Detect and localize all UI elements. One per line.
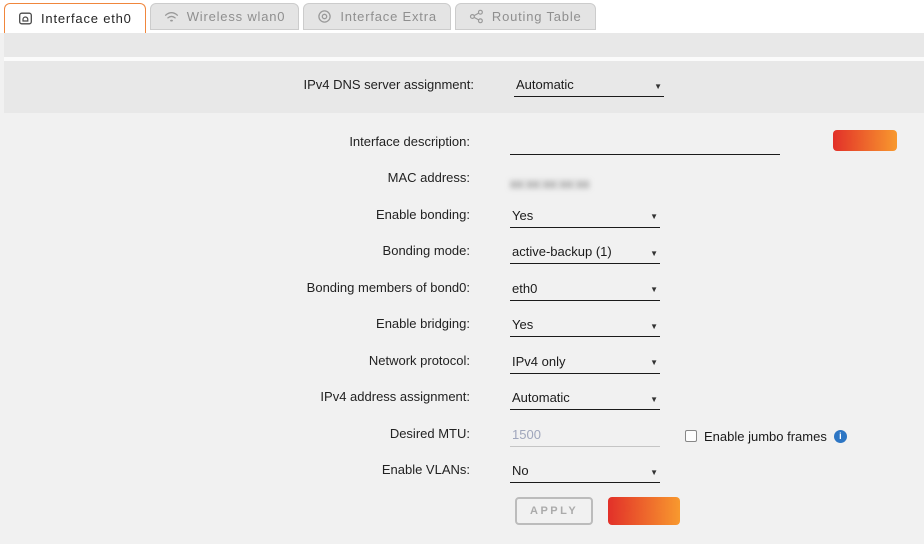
enable-bridging-label: Enable bridging: [0, 316, 470, 337]
mtu-value: 1500 [512, 427, 541, 442]
row-interface-description: Interface description: INFO [0, 118, 924, 155]
bonding-mode-select[interactable]: active-backup (1) ▼ [510, 244, 660, 264]
jumbo-frames-label: Enable jumbo frames [704, 429, 827, 444]
row-enable-bonding: Enable bonding: Yes ▼ [0, 191, 924, 228]
row-bonding-mode: Bonding mode: active-backup (1) ▼ [0, 228, 924, 265]
chevron-down-icon: ▼ [654, 79, 662, 91]
done-button-label: DONE [610, 499, 678, 519]
share-nodes-icon [469, 9, 484, 24]
desired-mtu-label: Desired MTU: [0, 426, 470, 447]
info-button-label: INFO [835, 132, 895, 149]
tab-wireless-wlan0[interactable]: Wireless wlan0 [150, 3, 300, 30]
tab-label: Interface Extra [340, 9, 437, 24]
row-bonding-members: Bonding members of bond0: eth0 ▼ [0, 264, 924, 301]
select-value: eth0 [512, 281, 537, 296]
toolbar-strip [4, 33, 924, 61]
desired-mtu-input-disabled: 1500 [510, 427, 660, 447]
network-protocol-label: Network protocol: [0, 353, 470, 374]
dns-section: IPv4 DNS server assignment: Automatic ▼ [4, 61, 924, 113]
enable-vlans-select[interactable]: No ▼ [510, 463, 660, 483]
ethernet-port-icon [18, 11, 33, 26]
info-circle-icon[interactable]: i [834, 430, 847, 443]
tab-label: Interface eth0 [41, 11, 132, 26]
select-value: Yes [512, 208, 533, 223]
mac-address-label: MAC address: [0, 170, 470, 191]
row-enable-bridging: Enable bridging: Yes ▼ [0, 301, 924, 338]
select-value: active-backup (1) [512, 244, 612, 259]
chevron-down-icon: ▼ [650, 319, 658, 331]
tab-routing-table[interactable]: Routing Table [455, 3, 596, 30]
row-ipv4-assignment: IPv4 address assignment: Automatic ▼ [0, 374, 924, 411]
tab-label: Wireless wlan0 [187, 9, 286, 24]
select-value: Automatic [512, 390, 570, 405]
wifi-icon [164, 9, 179, 24]
ipv4-assignment-label: IPv4 address assignment: [0, 389, 470, 410]
dns-assignment-label: IPv4 DNS server assignment: [4, 77, 474, 98]
form-actions: APPLY DONE [515, 497, 924, 525]
done-button[interactable]: DONE [608, 497, 680, 525]
select-value: No [512, 463, 529, 478]
enable-bonding-select[interactable]: Yes ▼ [510, 208, 660, 228]
tab-bar: Interface eth0 Wireless wlan0 Interface … [0, 0, 924, 33]
chevron-down-icon: ▼ [650, 355, 658, 367]
interface-description-input[interactable] [510, 135, 780, 155]
enable-bonding-label: Enable bonding: [0, 207, 470, 228]
jumbo-frames-checkbox[interactable] [685, 430, 697, 442]
bonding-mode-label: Bonding mode: [0, 243, 470, 264]
row-network-protocol: Network protocol: IPv4 only ▼ [0, 337, 924, 374]
select-value: IPv4 only [512, 354, 565, 369]
row-desired-mtu: Desired MTU: 1500 Enable jumbo frames i [0, 410, 924, 447]
interface-form: Interface description: INFO MAC address:… [0, 113, 924, 525]
ipv4-assignment-select[interactable]: Automatic ▼ [510, 390, 660, 410]
target-icon [317, 9, 332, 24]
info-button[interactable]: INFO [833, 130, 897, 151]
tab-interface-extra[interactable]: Interface Extra [303, 3, 451, 30]
row-mac-address: MAC address: xx:xx:xx:xx:xx [0, 155, 924, 192]
apply-button[interactable]: APPLY [515, 497, 593, 525]
dns-assignment-select[interactable]: Automatic ▼ [514, 77, 664, 97]
chevron-down-icon: ▼ [650, 392, 658, 404]
bonding-members-select[interactable]: eth0 ▼ [510, 281, 660, 301]
chevron-down-icon: ▼ [650, 246, 658, 258]
jumbo-frames-group: Enable jumbo frames i [685, 429, 847, 447]
enable-vlans-label: Enable VLANs: [0, 462, 470, 483]
chevron-down-icon: ▼ [650, 282, 658, 294]
chevron-down-icon: ▼ [650, 465, 658, 477]
row-enable-vlans: Enable VLANs: No ▼ [0, 447, 924, 484]
interface-description-label: Interface description: [0, 134, 470, 155]
select-value: Yes [512, 317, 533, 332]
network-protocol-select[interactable]: IPv4 only ▼ [510, 354, 660, 374]
tab-label: Routing Table [492, 9, 582, 24]
select-value: Automatic [516, 77, 574, 92]
tab-interface-eth0[interactable]: Interface eth0 [4, 3, 146, 33]
chevron-down-icon: ▼ [650, 209, 658, 221]
enable-bridging-select[interactable]: Yes ▼ [510, 317, 660, 337]
bonding-members-label: Bonding members of bond0: [0, 280, 470, 301]
